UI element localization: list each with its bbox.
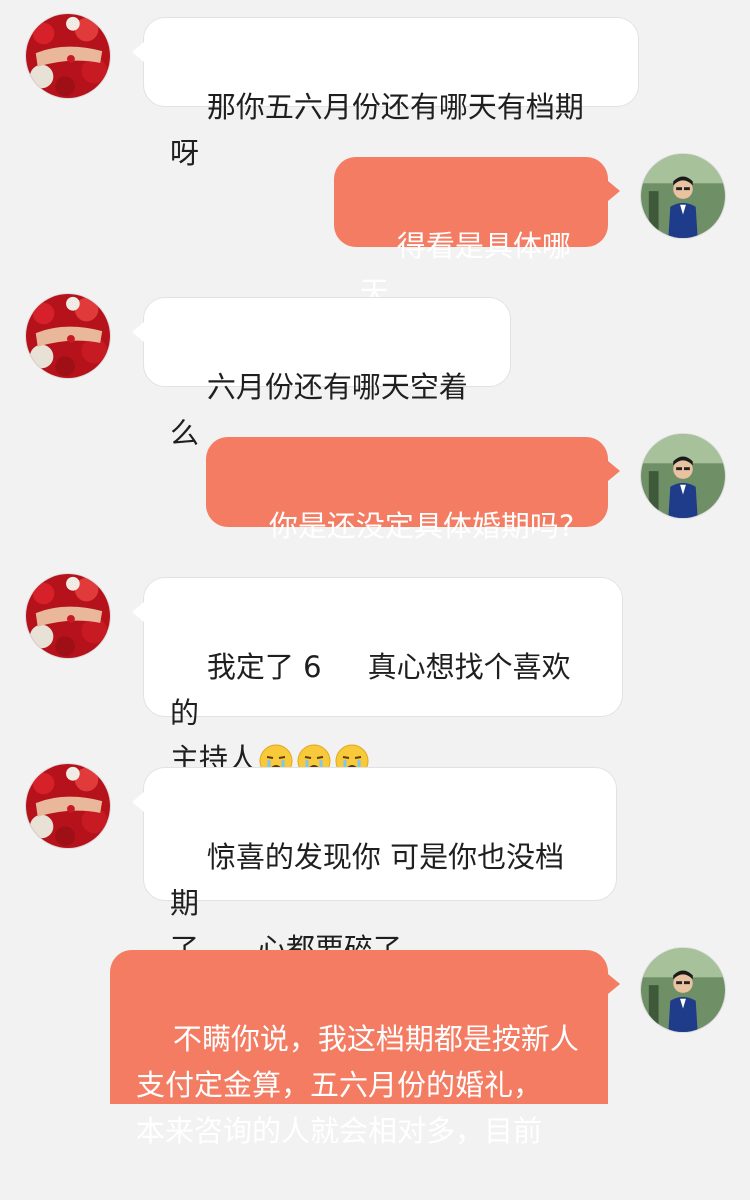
message-bubble-incoming[interactable]: 那你五六月份还有哪天有档期呀 [132, 17, 639, 170]
groom-portrait-icon [641, 154, 725, 238]
message-bubble-outgoing[interactable]: 你是还没定具体婚期吗? [206, 437, 620, 543]
rose-bouquet-icon [26, 764, 110, 848]
message-bubble-incoming[interactable]: 惊喜的发现你 可是你也没档期 了……心都要碎了 [132, 767, 617, 966]
message-bubble-incoming[interactable]: 六月份还有哪天空着么 [132, 297, 511, 450]
my-avatar[interactable] [640, 153, 726, 239]
contact-avatar[interactable] [25, 763, 111, 849]
message-bubble-outgoing[interactable]: 得看是具体哪天 [334, 157, 620, 309]
my-avatar[interactable] [640, 433, 726, 519]
contact-avatar[interactable] [25, 573, 111, 659]
rose-bouquet-icon [26, 574, 110, 658]
message-bubble-outgoing[interactable]: 不瞒你说，我这档期都是按新人 支付定金算，五六月份的婚礼， 本来咨询的人就会相对… [110, 950, 620, 1148]
message-text: 惊喜的发现你 可是你也没档期 了……心都要碎了 [170, 840, 565, 966]
contact-avatar[interactable] [25, 13, 111, 99]
message-text: 我定了 6 真心想找个喜欢的 主持人 [170, 650, 571, 776]
groom-portrait-icon [641, 434, 725, 518]
rose-bouquet-icon [26, 294, 110, 378]
rose-bouquet-icon [26, 14, 110, 98]
chat-conversation: 那你五六月份还有哪天有档期呀 得看是具体哪天 六月份还有哪天空着么 你是还没定具… [0, 0, 750, 1148]
message-text: 你是还没定具体婚期吗? [268, 509, 575, 543]
message-text: 不瞒你说，我这档期都是按新人 支付定金算，五六月份的婚礼， 本来咨询的人就会相对… [136, 1022, 579, 1148]
groom-portrait-icon [641, 948, 725, 1032]
message-bubble-incoming[interactable]: 我定了 6 真心想找个喜欢的 主持人 [132, 577, 623, 778]
contact-avatar[interactable] [25, 293, 111, 379]
my-avatar[interactable] [640, 947, 726, 1033]
